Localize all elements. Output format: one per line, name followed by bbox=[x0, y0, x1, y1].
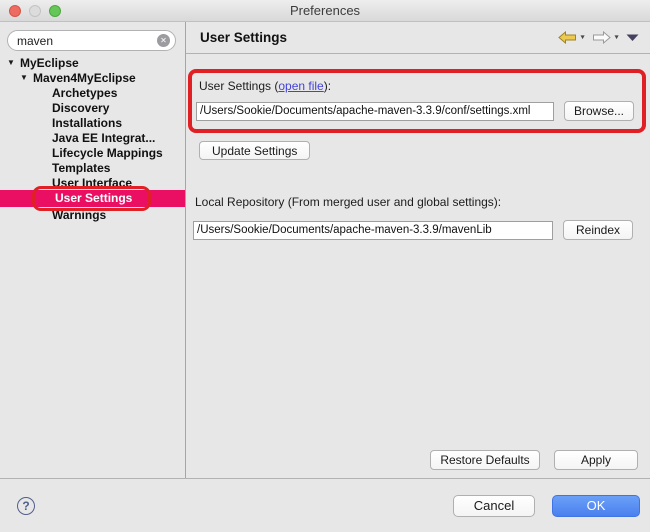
window-body: ✕ ▼MyEclipse▼Maven4MyEclipseArchetypesDi… bbox=[0, 22, 650, 478]
user-settings-path-input[interactable] bbox=[196, 102, 554, 121]
search-box: ✕ bbox=[7, 30, 176, 51]
tree-item-label: Java EE Integrat... bbox=[52, 131, 155, 145]
local-repository-path-input[interactable] bbox=[193, 221, 553, 240]
page-title: User Settings bbox=[200, 30, 557, 45]
main-header: User Settings ▼ ▼ bbox=[186, 22, 650, 54]
preferences-window: Preferences ✕ ▼MyEclipse▼Maven4MyEclipse… bbox=[0, 0, 650, 532]
tree-item-archetypes[interactable]: Archetypes bbox=[0, 85, 185, 100]
tree-item-label: MyEclipse bbox=[20, 56, 79, 70]
traffic-lights bbox=[9, 5, 61, 17]
tree-item-java-ee-integrat[interactable]: Java EE Integrat... bbox=[0, 130, 185, 145]
view-menu-button[interactable] bbox=[625, 33, 640, 42]
clear-search-icon[interactable]: ✕ bbox=[157, 34, 170, 47]
ok-button[interactable]: OK bbox=[552, 495, 640, 517]
zoom-window-button[interactable] bbox=[49, 5, 61, 17]
user-settings-page: User Settings (open file): Browse... Upd… bbox=[186, 54, 650, 478]
back-button[interactable]: ▼ bbox=[557, 31, 587, 44]
expand-arrow-icon[interactable]: ▼ bbox=[7, 58, 20, 67]
tree-item-label: Discovery bbox=[52, 101, 109, 115]
browse-button[interactable]: Browse... bbox=[564, 101, 634, 121]
tree-item-lifecycle-mappings[interactable]: Lifecycle Mappings bbox=[0, 145, 185, 160]
dialog-footer: ? Cancel OK bbox=[0, 478, 650, 532]
user-settings-field-row: Browse... bbox=[196, 101, 634, 121]
close-window-button[interactable] bbox=[9, 5, 21, 17]
minimize-window-button[interactable] bbox=[29, 5, 41, 17]
tree-item-templates[interactable]: Templates bbox=[0, 160, 185, 175]
cancel-button[interactable]: Cancel bbox=[453, 495, 535, 517]
user-settings-highlight-annotation: User Settings (open file): Browse... bbox=[188, 69, 646, 133]
back-arrow-icon bbox=[558, 31, 577, 44]
restore-defaults-button[interactable]: Restore Defaults bbox=[430, 450, 540, 470]
back-dropdown-icon[interactable]: ▼ bbox=[579, 34, 586, 40]
tree-item-label: Lifecycle Mappings bbox=[52, 146, 163, 160]
update-settings-button[interactable]: Update Settings bbox=[199, 141, 310, 160]
apply-button[interactable]: Apply bbox=[554, 450, 638, 470]
main-panel: User Settings ▼ ▼ bbox=[186, 22, 650, 478]
tree-item-maven4myeclipse[interactable]: ▼Maven4MyEclipse bbox=[0, 70, 185, 85]
tree-item-label: Templates bbox=[52, 161, 110, 175]
view-menu-icon bbox=[626, 33, 639, 42]
reindex-button[interactable]: Reindex bbox=[563, 220, 633, 240]
preferences-tree: ▼MyEclipse▼Maven4MyEclipseArchetypesDisc… bbox=[0, 55, 185, 222]
local-repository-field-row: Reindex bbox=[193, 220, 633, 240]
tree-item-user-settings[interactable]: User Settings bbox=[0, 190, 185, 207]
filter-search-input[interactable] bbox=[7, 30, 176, 51]
local-repository-label: Local Repository (From merged user and g… bbox=[193, 195, 646, 209]
flex-spacer bbox=[188, 240, 646, 450]
label-prefix: User Settings ( bbox=[199, 79, 278, 93]
forward-button[interactable]: ▼ bbox=[591, 31, 621, 44]
tree-item-label: Archetypes bbox=[52, 86, 117, 100]
user-settings-label: User Settings (open file): bbox=[196, 77, 634, 101]
page-actions: Restore Defaults Apply bbox=[188, 450, 638, 470]
tree-item-installations[interactable]: Installations bbox=[0, 115, 185, 130]
tree-item-label: Installations bbox=[52, 116, 122, 130]
forward-arrow-icon bbox=[592, 31, 611, 44]
window-title: Preferences bbox=[0, 3, 650, 18]
history-nav: ▼ ▼ bbox=[557, 31, 640, 44]
forward-dropdown-icon[interactable]: ▼ bbox=[613, 34, 620, 40]
question-mark-icon: ? bbox=[22, 499, 29, 513]
expand-arrow-icon[interactable]: ▼ bbox=[20, 73, 33, 82]
tree-item-discovery[interactable]: Discovery bbox=[0, 100, 185, 115]
open-file-link[interactable]: open file bbox=[278, 79, 323, 93]
sidebar: ✕ ▼MyEclipse▼Maven4MyEclipseArchetypesDi… bbox=[0, 22, 186, 478]
tree-item-label: Maven4MyEclipse bbox=[33, 71, 136, 85]
label-suffix: ): bbox=[324, 79, 331, 93]
help-button[interactable]: ? bbox=[17, 497, 35, 515]
tree-item-myeclipse[interactable]: ▼MyEclipse bbox=[0, 55, 185, 70]
titlebar: Preferences bbox=[0, 0, 650, 22]
tree-item-label: User Settings bbox=[32, 186, 151, 211]
